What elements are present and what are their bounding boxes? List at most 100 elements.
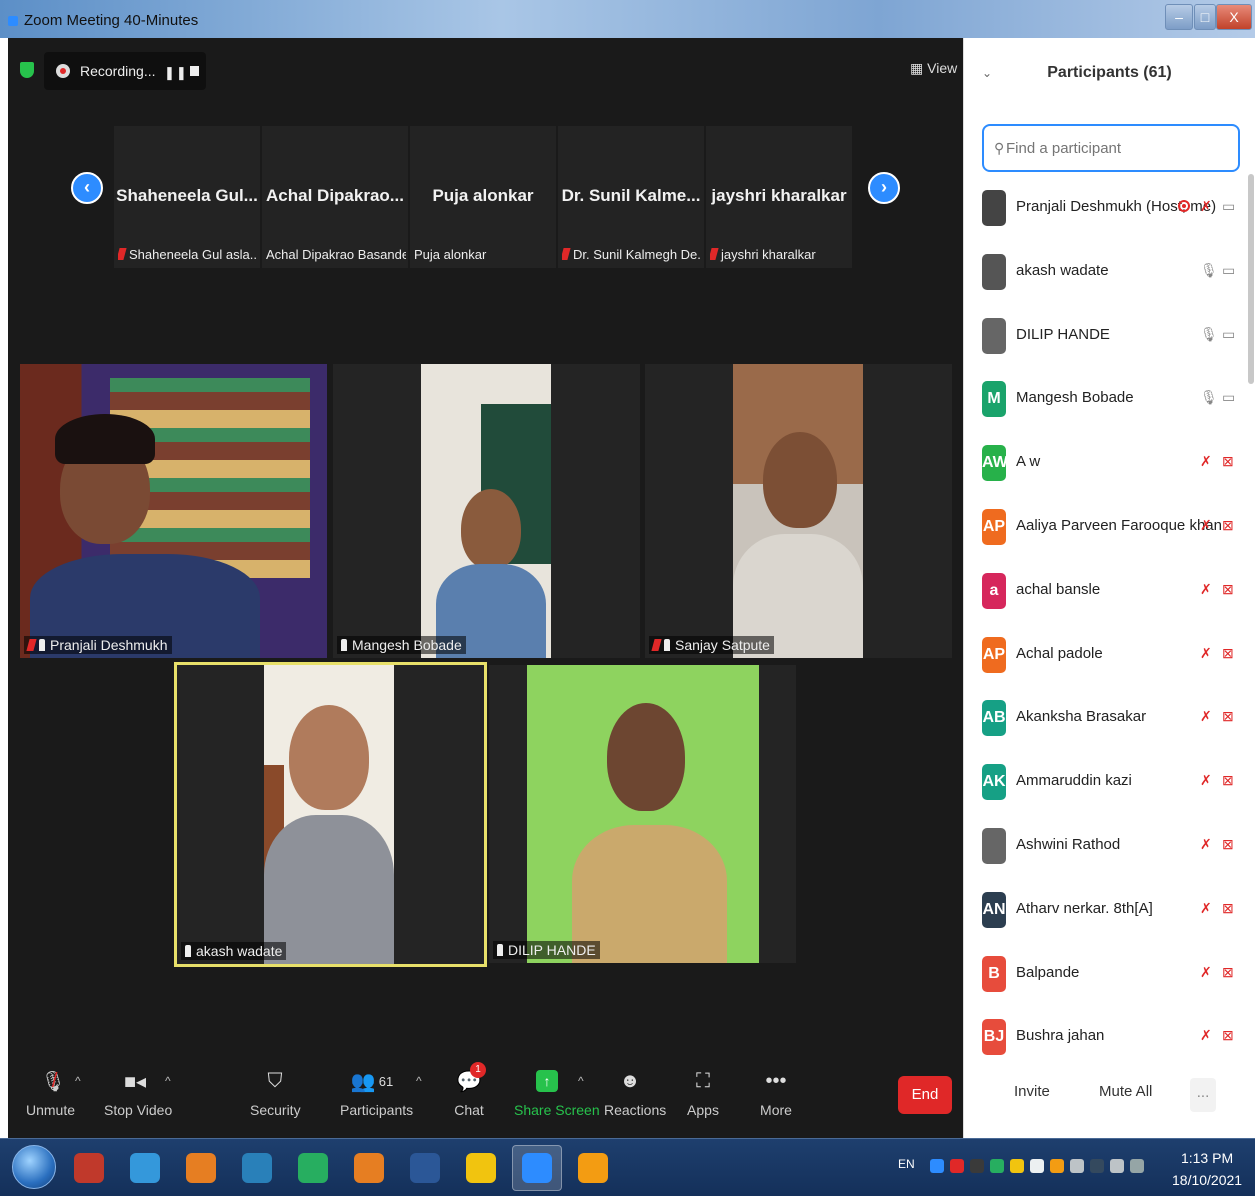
participant-row[interactable]: AP Achal padole ✗ ⊠ [964,625,1255,689]
security-button[interactable]: ⛉ Security [250,1066,301,1119]
participant-search-input[interactable] [1006,136,1226,160]
panel-more-button[interactable]: ... [1190,1078,1216,1112]
zoom-tray-icon[interactable] [930,1159,944,1173]
view-button[interactable]: ▦ View [910,60,957,77]
camera-off-icon[interactable]: ⊠ [1222,517,1234,534]
app-tray-icon[interactable] [1050,1159,1064,1173]
filmstrip-thumb[interactable]: jayshri kharalkar jayshri kharalkar [706,126,852,268]
mic-muted-icon[interactable]: ✗ [1200,517,1212,534]
video-options-caret[interactable]: ^ [165,1074,171,1088]
camera-off-icon[interactable]: ⊠ [1222,900,1234,917]
video-tile[interactable]: DILIP HANDE [489,665,796,963]
participant-row[interactable]: a achal bansle ✗ ⊠ [964,561,1255,625]
share-options-caret[interactable]: ^ [578,1074,584,1088]
mic-muted-icon[interactable]: ✗ [1200,836,1212,853]
more-button[interactable]: ••• More [758,1066,794,1119]
mic-icon[interactable]: 🎙 [1200,326,1218,343]
camera-off-icon[interactable]: ⊠ [1222,772,1234,789]
mic-muted-icon[interactable]: ✗ [1200,453,1212,470]
end-meeting-button[interactable]: End [898,1076,952,1114]
filmstrip-next-button[interactable]: › [868,172,900,204]
acrobat-taskbar-button[interactable] [64,1145,114,1191]
participant-row[interactable]: DILIP HANDE 🎙 ▭ [964,306,1255,370]
word-taskbar-button[interactable] [400,1145,450,1191]
participant-row[interactable]: B Balpande ✗ ⊠ [964,944,1255,1008]
filmstrip-thumb[interactable]: Dr. Sunil Kalme... Dr. Sunil Kalmegh De.… [558,126,704,268]
filmstrip-thumb[interactable]: Achal Dipakrao... Achal Dipakrao Basande [262,126,408,268]
participants-options-caret[interactable]: ^ [416,1074,422,1088]
mic-muted-icon[interactable]: ✗ [1200,708,1212,725]
invite-button[interactable]: Invite [1014,1083,1050,1100]
camera-off-icon[interactable]: ⊠ [1222,645,1234,662]
participant-row[interactable]: AN Atharv nerkar. 8th[A] ✗ ⊠ [964,880,1255,944]
participants-button[interactable]: 👥 61 Participants [340,1066,413,1119]
camera-off-icon[interactable]: ⊠ [1222,708,1234,725]
participant-row[interactable]: BJ Bushra jahan ✗ ⊠ [964,1007,1255,1071]
participant-row[interactable]: Pranjali Deshmukh (Host, me) ✗ ▭ [964,178,1255,242]
internet-explorer-taskbar-button[interactable] [120,1145,170,1191]
system-clock[interactable]: 1:13 PM 18/10/2021 [1172,1147,1242,1191]
filmstrip-thumb[interactable]: Shaheneela Gul... Shaheneela Gul asla... [114,126,260,268]
mic-muted-icon[interactable]: ✗ [1200,581,1212,598]
video-tile[interactable]: Mangesh Bobade [333,364,640,658]
edge-taskbar-button[interactable] [232,1145,282,1191]
video-tile[interactable]: Pranjali Deshmukh [20,364,327,658]
start-button[interactable] [12,1145,56,1189]
app-tray-icon[interactable] [970,1159,984,1173]
mic-muted-icon[interactable]: ✗ [1200,900,1212,917]
camera-off-icon[interactable]: ⊠ [1222,453,1234,470]
audio-options-caret[interactable]: ^ [75,1074,81,1088]
participant-list-scrollbar[interactable] [1248,174,1254,384]
firefox-taskbar-button[interactable] [344,1145,394,1191]
unmute-button[interactable]: 🎙 / Unmute [26,1066,75,1119]
network-tray-icon[interactable] [1130,1159,1144,1173]
participant-row[interactable]: akash wadate 🎙 ▭ [964,242,1255,306]
camera-off-icon[interactable]: ⊠ [1222,964,1234,981]
mic-muted-icon[interactable]: ✗ [1200,645,1212,662]
participant-row[interactable]: AW A w ✗ ⊠ [964,433,1255,497]
power-tray-icon[interactable] [1110,1159,1124,1173]
mic-muted-icon[interactable]: ✗ [1200,772,1212,789]
security-center-taskbar-button[interactable] [568,1145,618,1191]
camera-off-icon[interactable]: ⊠ [1222,1027,1234,1044]
media-player-taskbar-button[interactable] [176,1145,226,1191]
participant-row[interactable]: M Mangesh Bobade 🎙 ▭ [964,369,1255,433]
mic-icon[interactable]: 🎙 [1200,262,1218,279]
chat-button[interactable]: 💬 1 Chat [452,1062,486,1118]
reactions-button[interactable]: ☻ Reactions [604,1066,666,1119]
volume-tray-icon[interactable] [1070,1159,1084,1173]
camera-icon[interactable]: ▭ [1222,389,1235,406]
camera-off-icon[interactable]: ⊠ [1222,581,1234,598]
camera-icon[interactable]: ▭ [1222,262,1235,279]
zoom-taskbar-button[interactable] [512,1145,562,1191]
language-indicator[interactable]: EN [898,1157,915,1171]
mic-muted-icon[interactable]: ✗ [1200,964,1212,981]
file-explorer-taskbar-button[interactable] [456,1145,506,1191]
participant-row[interactable]: Ashwini Rathod ✗ ⊠ [964,816,1255,880]
mic-muted-icon[interactable]: ✗ [1200,198,1212,215]
mic-icon[interactable]: 🎙 [1200,389,1218,406]
participant-row[interactable]: AB Akanksha Brasakar ✗ ⊠ [964,688,1255,752]
mute-all-button[interactable]: Mute All [1099,1083,1152,1100]
flag-tray-icon[interactable] [1030,1159,1044,1173]
participant-search-box[interactable]: ⚲ [982,124,1240,172]
maximize-button[interactable]: □ [1194,4,1216,30]
share-screen-button[interactable]: ↑ Share Screen [514,1066,600,1118]
app-tray-icon[interactable] [1010,1159,1024,1173]
camera-icon[interactable]: ▭ [1222,326,1235,343]
stop-video-button[interactable]: ■◂ Stop Video [104,1066,172,1119]
camera-off-icon[interactable]: ⊠ [1222,836,1234,853]
filmstrip-thumb[interactable]: Puja alonkar Puja alonkar [410,126,556,268]
minimize-button[interactable]: – [1165,4,1193,30]
q-tray-icon[interactable] [950,1159,964,1173]
camera-icon[interactable]: ▭ [1222,198,1235,215]
close-button[interactable]: X [1216,4,1252,30]
filmstrip-prev-button[interactable]: ‹ [71,172,103,204]
stop-recording-icon[interactable] [190,66,199,76]
video-tile[interactable]: Sanjay Satpute [645,364,952,658]
bluetooth-tray-icon[interactable] [1090,1159,1104,1173]
participant-row[interactable]: AK Ammaruddin kazi ✗ ⊠ [964,752,1255,816]
app-tray-icon[interactable] [990,1159,1004,1173]
video-tile-active-speaker[interactable]: akash wadate [174,662,487,967]
apps-button[interactable]: ⛶ Apps [684,1066,722,1119]
